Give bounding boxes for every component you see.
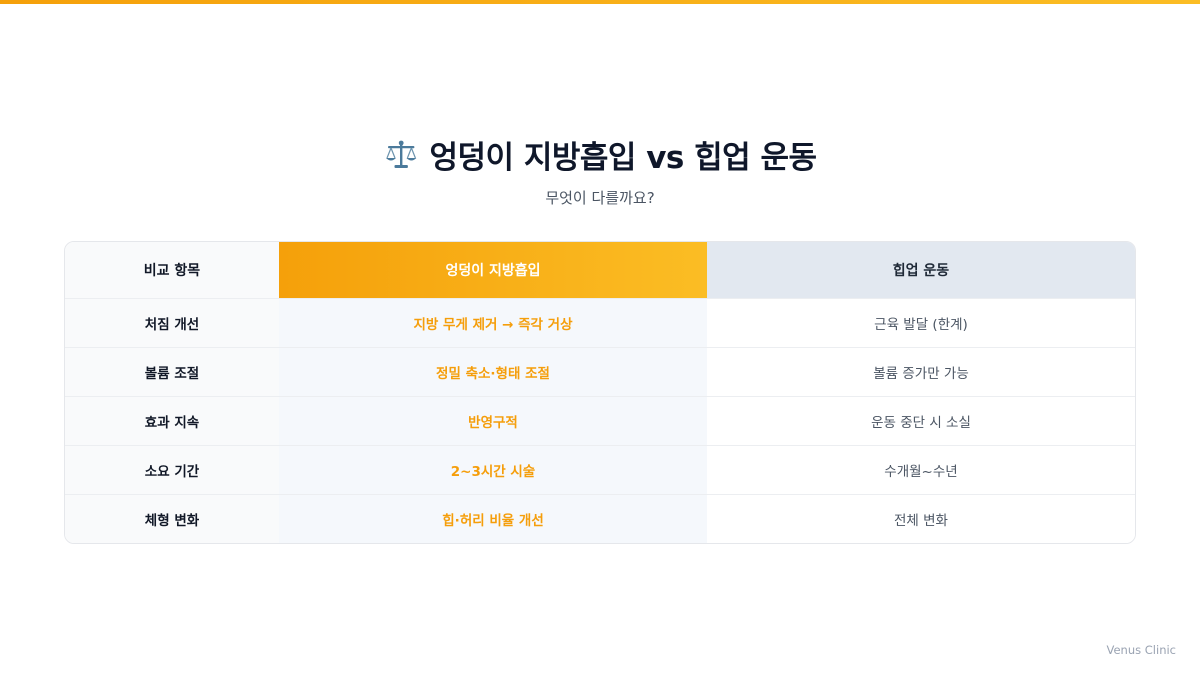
top-accent-bar [0, 0, 1200, 4]
row-exercise-cell: 수개월~수년 [707, 445, 1135, 495]
balance-scale-icon [386, 140, 417, 168]
table-header-row: 비교 항목 엉덩이 지방흡입 힙업 운동 [65, 242, 1135, 299]
table-row: 체형 변화 힙·허리 비율 개선 전체 변화 [65, 494, 1135, 543]
row-item-cell: 처짐 개선 [65, 298, 279, 348]
row-liposuction-cell: 정밀 축소·형태 조절 [279, 347, 707, 397]
page-title: 엉덩이 지방흡입 vs 힙업 운동 [429, 140, 817, 176]
table-row: 소요 기간 2~3시간 시술 수개월~수년 [65, 445, 1135, 495]
row-exercise-cell: 운동 중단 시 소실 [707, 396, 1135, 446]
header-cell-liposuction: 엉덩이 지방흡입 [279, 242, 707, 299]
row-liposuction-cell: 2~3시간 시술 [279, 445, 707, 495]
row-liposuction-cell: 힙·허리 비율 개선 [279, 494, 707, 543]
row-exercise-cell: 근육 발달 (한계) [707, 298, 1135, 348]
page-subtitle: 무엇이 다를까요? [545, 189, 655, 207]
row-item-cell: 효과 지속 [65, 396, 279, 446]
row-liposuction-cell: 지방 무게 제거 → 즉각 거상 [279, 298, 707, 348]
row-exercise-cell: 전체 변화 [707, 494, 1135, 543]
header-cell-exercise: 힙업 운동 [707, 242, 1135, 299]
table-row: 효과 지속 반영구적 운동 중단 시 소실 [65, 396, 1135, 446]
table-row: 볼륨 조절 정밀 축소·형태 조절 볼륨 증가만 가능 [65, 347, 1135, 397]
brand-label: Venus Clinic [1106, 643, 1177, 657]
header: 엉덩이 지방흡입 vs 힙업 운동 무엇이 다를까요? [0, 132, 1200, 208]
comparison-table: 비교 항목 엉덩이 지방흡입 힙업 운동 처짐 개선 지방 무게 제거 → 즉각… [64, 241, 1136, 544]
page-title-row: 엉덩이 지방흡입 vs 힙업 운동 [383, 132, 817, 177]
row-liposuction-cell: 반영구적 [279, 396, 707, 446]
row-item-cell: 체형 변화 [65, 494, 279, 543]
header-cell-item: 비교 항목 [65, 242, 279, 299]
table-row: 처짐 개선 지방 무게 제거 → 즉각 거상 근육 발달 (한계) [65, 298, 1135, 348]
row-item-cell: 볼륨 조절 [65, 347, 279, 397]
row-exercise-cell: 볼륨 증가만 가능 [707, 347, 1135, 397]
row-item-cell: 소요 기간 [65, 445, 279, 495]
